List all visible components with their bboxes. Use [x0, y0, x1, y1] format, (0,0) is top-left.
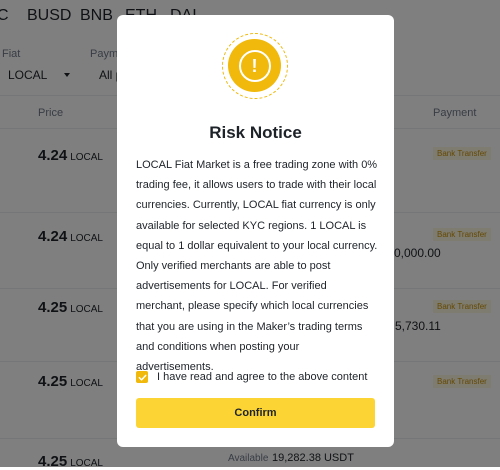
dialog-body-text: LOCAL Fiat Market is a free trading zone…	[136, 159, 378, 374]
agree-checkbox-label: I have read and agree to the above conte…	[157, 371, 368, 383]
agree-checkbox[interactable]	[136, 371, 148, 383]
confirm-button[interactable]: Confirm	[136, 398, 375, 428]
risk-notice-dialog: ! Risk Notice LOCAL Fiat Market is a fre…	[117, 15, 394, 447]
checkmark-icon	[138, 374, 146, 381]
warning-exclamation-icon: !	[222, 33, 288, 99]
agree-checkbox-row[interactable]: I have read and agree to the above conte…	[136, 371, 367, 383]
dialog-title: Risk Notice	[209, 123, 302, 142]
